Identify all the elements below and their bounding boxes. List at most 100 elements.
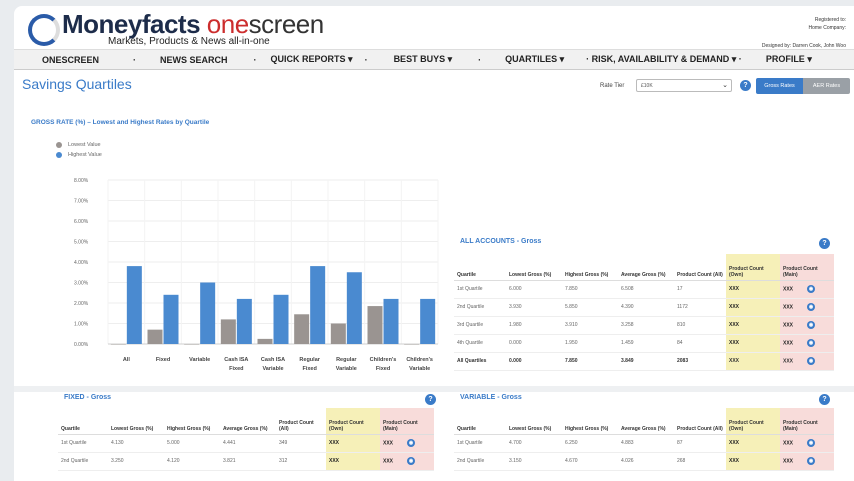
x-tick-label: All: [123, 357, 131, 363]
cell-value: 1st Quartile: [457, 286, 483, 292]
table-cell: 1.459: [618, 334, 674, 353]
table-cell: 4.390: [618, 298, 674, 317]
cell-value: 3.150: [509, 458, 522, 464]
table-cell: 4.883: [618, 434, 674, 453]
x-tick-label: Children's: [406, 357, 433, 363]
col-header: Quartile: [454, 408, 506, 435]
bar-lowest-0[interactable]: [110, 344, 126, 345]
bar-highest-8[interactable]: [420, 298, 436, 344]
col-header: Lowest Gross (%): [506, 408, 562, 435]
view-details-icon[interactable]: ◉: [807, 339, 816, 347]
cell-value: 4.390: [621, 304, 634, 310]
bar-lowest-4[interactable]: [257, 338, 273, 344]
cell-value: 810: [677, 322, 686, 328]
x-tick-label: Fixed: [229, 366, 243, 372]
cell-value: 3.821: [223, 458, 236, 464]
cell-value: 3.910: [565, 322, 578, 328]
cell-value: 6.508: [621, 286, 634, 292]
cell-value: XXX: [783, 322, 794, 329]
help-icon[interactable]: ?: [819, 394, 830, 405]
cell-value: 3.250: [111, 458, 124, 464]
table-row: 4th Quartile 0.000 1.950 1.459 84 XXX XXX ◉: [454, 334, 834, 353]
table-cell: 6.250: [562, 434, 618, 453]
cell-value: XXX: [729, 458, 740, 464]
cell-value: XXX: [383, 440, 394, 447]
bar-lowest-7[interactable]: [367, 306, 383, 344]
table-cell: XXX: [326, 434, 380, 453]
table-cell: 3.250: [108, 452, 164, 471]
table-cell: 4.130: [108, 434, 164, 453]
cell-value: 0.000: [509, 358, 522, 364]
table-cell: 6.000: [506, 280, 562, 299]
cell-value: 2083: [677, 358, 689, 364]
help-icon[interactable]: ?: [425, 394, 436, 405]
cell-value: 5.000: [167, 440, 180, 446]
view-details-icon[interactable]: ◉: [807, 457, 816, 465]
y-tick-label: 3.00%: [74, 281, 89, 287]
col-header: Highest Gross (%): [164, 408, 220, 435]
col-header: Product Count (Main): [780, 408, 834, 435]
cell-value: 7.850: [565, 286, 578, 292]
x-tick-label: Variable: [262, 366, 283, 372]
view-details-icon[interactable]: ◉: [807, 439, 816, 447]
bar-highest-2[interactable]: [200, 282, 216, 345]
cell-value: 1st Quartile: [457, 440, 483, 446]
bar-lowest-1[interactable]: [147, 329, 163, 344]
cell-value: 4.670: [565, 458, 578, 464]
table-cell: XXX ◉: [780, 352, 834, 371]
bar-highest-3[interactable]: [236, 298, 252, 344]
table-cell: 3.849: [618, 352, 674, 371]
cell-value: 1.459: [621, 340, 634, 346]
bar-highest-0[interactable]: [126, 266, 142, 344]
x-tick-label: Fixed: [302, 366, 316, 372]
col-header: Highest Gross (%): [562, 408, 618, 435]
bar-lowest-5[interactable]: [294, 314, 310, 344]
variable-table: Quartile Lowest Gross (%) Highest Gross …: [454, 408, 834, 471]
view-details-icon[interactable]: ◉: [807, 303, 816, 311]
table-cell: XXX: [726, 452, 780, 471]
view-details-icon[interactable]: ◉: [407, 439, 416, 447]
col-header: Product Count (All): [674, 254, 726, 281]
bar-highest-6[interactable]: [346, 272, 362, 344]
table-cell: 3.150: [506, 452, 562, 471]
x-tick-label: Variable: [409, 366, 430, 372]
bar-highest-1[interactable]: [163, 294, 179, 344]
y-tick-label: 1.00%: [74, 322, 89, 328]
bar-highest-4[interactable]: [273, 294, 289, 344]
bar-highest-7[interactable]: [383, 298, 399, 344]
cell-value: XXX: [783, 458, 794, 465]
table-cell: XXX ◉: [780, 280, 834, 299]
table-cell: XXX: [726, 434, 780, 453]
view-details-icon[interactable]: ◉: [807, 321, 816, 329]
variable-title: VARIABLE - Gross: [460, 394, 522, 401]
help-icon[interactable]: ?: [819, 238, 830, 249]
cell-value: 312: [279, 458, 288, 464]
x-tick-label: Children's: [370, 357, 397, 363]
table-cell: 3.930: [506, 298, 562, 317]
view-details-icon[interactable]: ◉: [407, 457, 416, 465]
bar-lowest-2[interactable]: [184, 344, 200, 345]
bar-highest-5[interactable]: [310, 266, 326, 344]
table-cell: 1172: [674, 298, 726, 317]
y-tick-label: 6.00%: [74, 219, 89, 225]
table-cell: 2nd Quartile: [454, 452, 506, 471]
table-cell: 0.000: [506, 352, 562, 371]
all-accounts-title: ALL ACCOUNTS - Gross: [460, 238, 542, 245]
table-cell: 3.258: [618, 316, 674, 335]
cell-value: XXX: [783, 286, 794, 293]
view-details-icon[interactable]: ◉: [807, 285, 816, 293]
bar-lowest-3[interactable]: [220, 319, 236, 344]
cell-value: 1172: [677, 304, 688, 310]
view-details-icon[interactable]: ◉: [807, 357, 816, 365]
cell-value: XXX: [783, 340, 794, 347]
bar-lowest-8[interactable]: [404, 344, 420, 345]
fixed-title: FIXED - Gross: [64, 394, 112, 401]
table-cell: XXX: [726, 334, 780, 353]
bar-lowest-6[interactable]: [330, 323, 346, 345]
cell-value: XXX: [729, 440, 740, 446]
table-header-row: Quartile Lowest Gross (%) Highest Gross …: [58, 408, 434, 435]
cell-value: XXX: [729, 358, 740, 364]
col-header: Lowest Gross (%): [108, 408, 164, 435]
table-cell: XXX: [326, 452, 380, 471]
table-cell: 4.670: [562, 452, 618, 471]
